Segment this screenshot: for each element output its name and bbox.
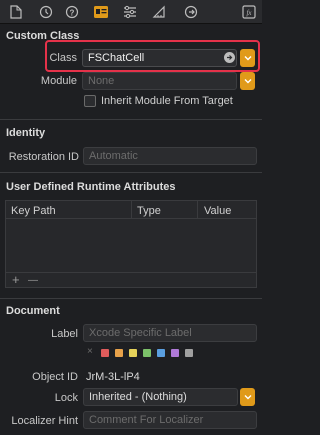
chevron-down-icon [244,79,251,84]
column-separator [197,201,198,219]
add-attribute-button[interactable]: + [12,272,20,287]
column-header-key-path[interactable]: Key Path [11,205,56,217]
svg-text:fx: fx [246,9,252,17]
label-placeholder: Xcode Specific Label [89,327,192,339]
class-field[interactable]: FSChatCell [82,49,237,67]
module-placeholder: None [88,75,115,87]
table-footer [5,272,257,288]
effects-icon[interactable]: fx [241,4,257,20]
file-icon[interactable] [8,4,24,20]
inherit-module-label: Inherit Module From Target [101,95,233,107]
column-separator [131,201,132,219]
restoration-id-placeholder: Automatic [89,150,138,162]
column-header-value[interactable]: Value [204,205,231,217]
label-field[interactable]: Xcode Specific Label [83,324,257,342]
identity-title: Identity [6,127,46,139]
object-id-label: Object ID [32,371,78,383]
chevron-down-icon [244,56,251,61]
localizer-hint-field[interactable]: Comment For Localizer [83,411,257,429]
restoration-id-label: Restoration ID [8,151,79,163]
localizer-hint-placeholder: Comment For Localizer [89,414,204,426]
table-header-divider [5,218,257,219]
document-title: Document [6,305,60,317]
history-icon[interactable] [38,4,54,20]
label-label: Label [51,328,78,340]
restoration-id-field[interactable]: Automatic [83,147,257,165]
lock-dropdown-button[interactable] [240,388,255,406]
class-label: Class [49,52,77,64]
attributes-icon[interactable] [122,4,138,20]
object-id-value: JrM-3L-lP4 [86,371,140,383]
help-icon[interactable]: ? [64,4,80,20]
divider [0,298,262,299]
inherit-module-checkbox[interactable] [84,95,96,107]
ruler-icon[interactable] [151,4,167,20]
module-field[interactable]: None [82,72,237,90]
label-color-swatch[interactable] [101,349,109,357]
label-color-swatch[interactable] [129,349,137,357]
remove-attribute-button[interactable]: — [28,275,38,286]
connections-icon[interactable] [183,4,199,20]
column-header-type[interactable]: Type [137,205,161,217]
module-dropdown-button[interactable] [240,72,255,90]
divider [0,172,262,173]
label-color-swatch[interactable] [143,349,151,357]
class-dropdown-button[interactable] [240,49,255,67]
localizer-hint-label: Localizer Hint [11,415,78,427]
lock-value: Inherited - (Nothing) [89,391,187,403]
label-color-swatch[interactable] [171,349,179,357]
divider [0,119,262,120]
inspector-toolbar: ? fx [0,0,262,24]
lock-label: Lock [54,392,78,404]
runtime-attributes-title: User Defined Runtime Attributes [6,181,176,193]
svg-text:?: ? [70,9,75,18]
class-value: FSChatCell [88,52,145,64]
go-to-class-icon[interactable] [224,52,235,63]
label-color-swatch[interactable] [185,349,193,357]
chevron-down-icon [244,395,251,400]
label-color-swatch[interactable] [157,349,165,357]
identity-icon[interactable] [93,4,109,20]
label-color-swatch[interactable] [115,349,123,357]
module-label: Module [40,75,77,87]
clear-label-button[interactable]: × [87,346,93,357]
lock-select[interactable]: Inherited - (Nothing) [83,388,238,406]
